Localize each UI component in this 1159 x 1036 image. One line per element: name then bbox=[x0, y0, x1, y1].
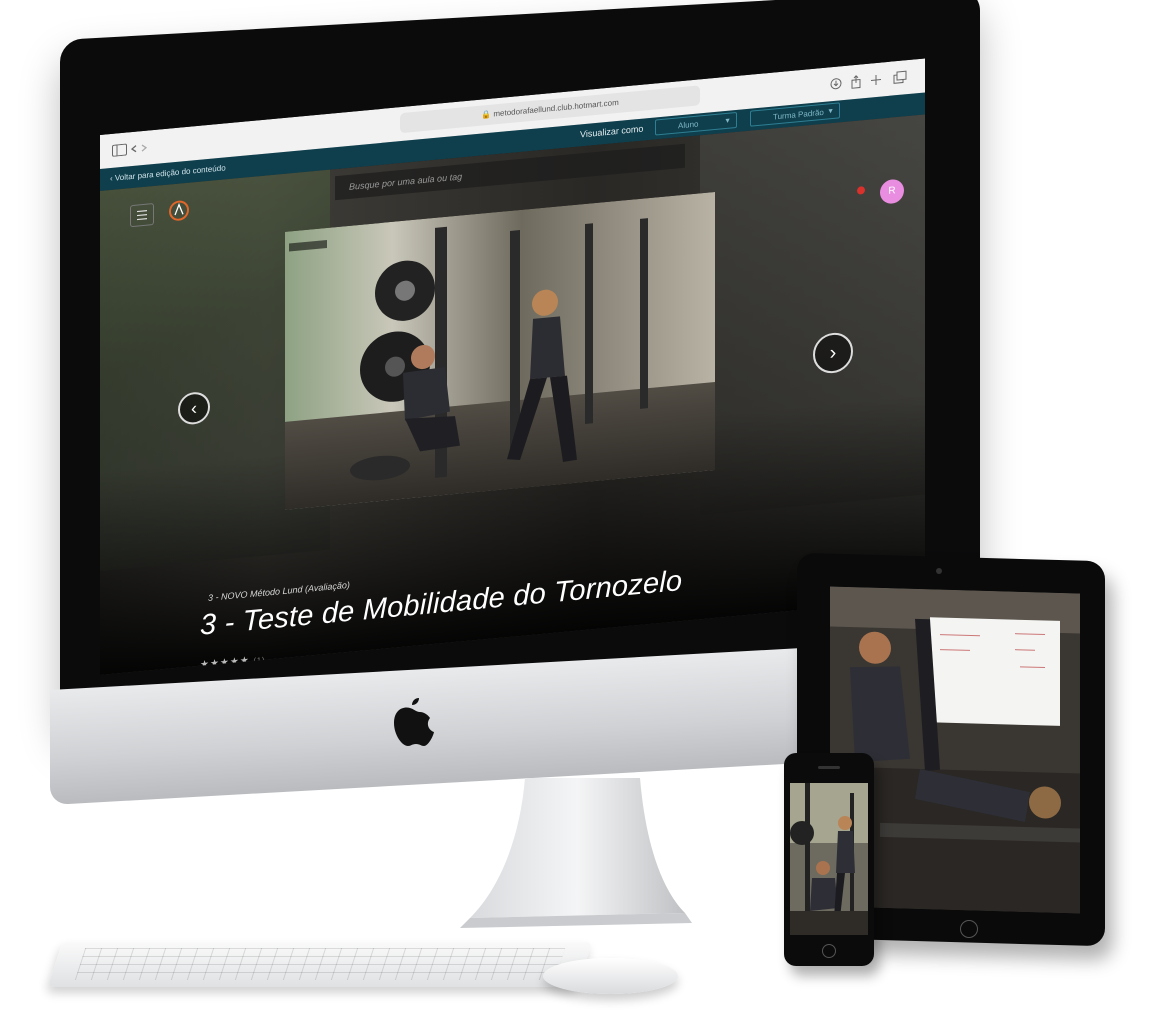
share-icon[interactable] bbox=[851, 75, 861, 89]
hamburger-icon bbox=[137, 210, 147, 221]
new-tab-icon[interactable] bbox=[871, 74, 881, 86]
download-icon[interactable] bbox=[830, 78, 842, 90]
view-as-label: Visualizar como bbox=[580, 123, 644, 140]
chevron-left-icon: ‹ bbox=[191, 398, 197, 419]
url-text: metodorafaellund.club.hotmart.com bbox=[493, 97, 619, 119]
menu-button[interactable] bbox=[130, 202, 154, 228]
tablet-home-button[interactable] bbox=[960, 920, 978, 938]
sidebar-toggle-icon[interactable] bbox=[112, 142, 148, 157]
keyboard-keys bbox=[74, 948, 566, 980]
magic-mouse bbox=[543, 958, 678, 994]
browser-actions bbox=[830, 70, 907, 90]
brand-logo[interactable] bbox=[168, 199, 190, 223]
chevron-right-icon: › bbox=[829, 341, 837, 365]
chevron-down-icon: ▼ bbox=[724, 117, 731, 126]
chevron-down-icon: ▼ bbox=[827, 107, 834, 116]
lock-icon: 🔒 bbox=[481, 109, 494, 120]
imac-stand bbox=[460, 778, 692, 928]
role-select-value: Aluno bbox=[678, 119, 699, 131]
phone-speaker bbox=[818, 766, 840, 769]
phone-home-button[interactable] bbox=[822, 944, 836, 958]
tablet-camera bbox=[936, 568, 942, 574]
back-link-label: Voltar para edição do conteúdo bbox=[114, 163, 226, 183]
tabs-overview-icon[interactable] bbox=[893, 70, 907, 84]
lesson-thumbnail[interactable] bbox=[285, 191, 715, 510]
class-select-value: Turma Padrão bbox=[773, 107, 824, 122]
apple-logo-icon bbox=[394, 698, 434, 746]
phone-video[interactable] bbox=[790, 783, 868, 935]
